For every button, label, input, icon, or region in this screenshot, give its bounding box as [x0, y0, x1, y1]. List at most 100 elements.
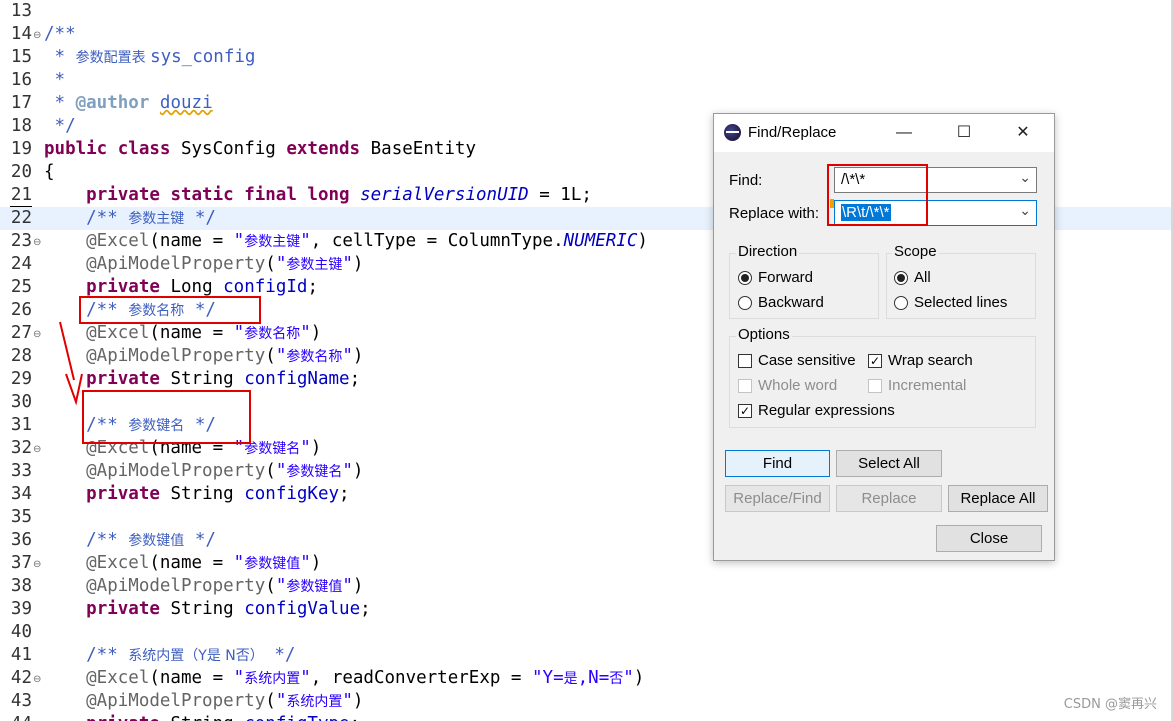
- wrap-search-label[interactable]: Wrap search: [888, 352, 973, 369]
- replace-all-button[interactable]: Replace All: [948, 485, 1048, 512]
- code-text[interactable]: /** 参数主键 */: [44, 207, 216, 231]
- code-line[interactable]: 43 @ApiModelProperty("系统内置"): [0, 690, 1173, 713]
- code-token: ": [300, 553, 311, 573]
- line-number: 31: [10, 415, 32, 435]
- case-sensitive-checkbox[interactable]: [738, 354, 752, 368]
- code-token: {: [44, 162, 55, 182]
- code-text[interactable]: @ApiModelProperty("参数主键"): [44, 253, 363, 277]
- code-line[interactable]: 39 private String configValue;: [0, 598, 1173, 621]
- wrap-search-checkbox[interactable]: ✓: [868, 354, 882, 368]
- code-token: ;: [350, 714, 361, 721]
- code-token: */: [263, 645, 296, 665]
- code-token: ": [342, 254, 353, 274]
- code-text[interactable]: private String configValue;: [44, 598, 371, 621]
- code-token: ): [637, 231, 648, 251]
- watermark: CSDN @窦再兴: [1063, 697, 1157, 712]
- fold-collapse-icon[interactable]: ⊖: [33, 231, 41, 254]
- fold-collapse-icon[interactable]: ⊖: [33, 668, 41, 691]
- fold-collapse-icon[interactable]: ⊖: [33, 24, 41, 47]
- code-token: ": [233, 231, 245, 251]
- code-token: private: [86, 369, 160, 389]
- code-line[interactable]: 40: [0, 621, 1173, 644]
- selected-lines-radio[interactable]: [894, 296, 908, 310]
- code-line[interactable]: 15 * 参数配置表 sys_config: [0, 46, 1173, 69]
- code-text[interactable]: @Excel(name = "系统内置", readConverterExp =…: [44, 667, 644, 691]
- code-line[interactable]: 13: [0, 0, 1173, 23]
- regular-expressions-label[interactable]: Regular expressions: [758, 402, 895, 419]
- forward-label[interactable]: Forward: [758, 269, 813, 286]
- code-text[interactable]: {: [44, 161, 55, 184]
- code-token: String: [159, 484, 245, 504]
- all-label[interactable]: All: [914, 269, 931, 286]
- code-line[interactable]: 42 ⊖ @Excel(name = "系统内置", readConverterE…: [0, 667, 1173, 690]
- code-text[interactable]: *: [44, 69, 66, 92]
- line-number: 33: [10, 461, 32, 481]
- backward-label[interactable]: Backward: [758, 294, 824, 311]
- code-text[interactable]: * 参数配置表 sys_config: [44, 46, 256, 70]
- code-line[interactable]: 44 private String configType;: [0, 713, 1173, 721]
- selected-lines-label[interactable]: Selected lines: [914, 294, 1007, 311]
- minimize-button[interactable]: —: [884, 120, 924, 146]
- code-text[interactable]: /** 系统内置（Y是 N否） */: [44, 644, 295, 668]
- code-text[interactable]: */: [44, 115, 76, 138]
- code-token: /**: [44, 208, 129, 228]
- code-token: String: [160, 714, 244, 721]
- code-line[interactable]: 17 * @author douzi: [0, 92, 1173, 115]
- code-text[interactable]: /** 参数键值 */: [44, 529, 216, 553]
- code-token: ": [342, 576, 353, 596]
- fold-collapse-icon[interactable]: ⊖: [33, 323, 41, 346]
- code-line[interactable]: 38 @ApiModelProperty("参数键值"): [0, 575, 1173, 598]
- code-token: ;: [349, 369, 361, 389]
- forward-radio[interactable]: [738, 271, 752, 285]
- dialog-titlebar[interactable]: Find/Replace — ☐ ✕: [714, 114, 1054, 152]
- line-number: 39: [10, 599, 32, 619]
- replace-label: Replace with:: [729, 205, 820, 222]
- code-text[interactable]: private String configType;: [44, 713, 360, 721]
- code-text[interactable]: * @author douzi: [44, 92, 213, 115]
- code-token: String: [159, 369, 245, 389]
- select-all-button[interactable]: Select All: [836, 450, 942, 477]
- code-token: ": [300, 231, 311, 251]
- code-token: ": [342, 346, 353, 366]
- line-number: 29: [10, 369, 32, 389]
- code-text[interactable]: @ApiModelProperty("参数键值"): [44, 575, 363, 599]
- code-line[interactable]: 14 ⊖/**: [0, 23, 1173, 46]
- code-line[interactable]: 16 *: [0, 69, 1173, 92]
- close-button[interactable]: Close: [936, 525, 1042, 552]
- find-replace-dialog[interactable]: Find/Replace — ☐ ✕ Find: /\*\* ⌄ Replace…: [713, 113, 1055, 561]
- code-text[interactable]: @ApiModelProperty("参数键名"): [44, 460, 363, 484]
- code-token: private: [86, 277, 160, 297]
- code-text[interactable]: /**: [44, 23, 76, 46]
- code-line[interactable]: 41 /** 系统内置（Y是 N否） */: [0, 644, 1173, 667]
- code-text[interactable]: public class SysConfig extends BaseEntit…: [44, 138, 476, 161]
- all-radio[interactable]: [894, 271, 908, 285]
- chevron-down-icon[interactable]: ⌄: [1019, 202, 1031, 219]
- code-text[interactable]: @Excel(name = "参数键值"): [44, 552, 321, 576]
- line-number: 32: [10, 438, 32, 458]
- code-token: ): [310, 553, 322, 573]
- code-token: 系统内置: [244, 671, 301, 687]
- close-window-button[interactable]: ✕: [1003, 120, 1043, 146]
- code-token: ;: [339, 484, 350, 504]
- maximize-button[interactable]: ☐: [944, 120, 984, 146]
- annotation-box-line-31: [82, 390, 251, 444]
- code-text[interactable]: private static final long serialVersionU…: [44, 184, 592, 207]
- case-sensitive-label[interactable]: Case sensitive: [758, 352, 856, 369]
- code-text[interactable]: @ApiModelProperty("系统内置"): [44, 690, 363, 714]
- fold-collapse-icon[interactable]: ⊖: [33, 553, 41, 576]
- chevron-down-icon[interactable]: ⌄: [1019, 169, 1031, 186]
- regular-expressions-checkbox[interactable]: ✓: [738, 404, 752, 418]
- line-number: 14: [10, 24, 32, 44]
- code-token: ): [352, 254, 364, 274]
- code-text[interactable]: private String configKey;: [44, 483, 350, 506]
- code-token: 参数名称: [244, 326, 301, 342]
- code-text[interactable]: @Excel(name = "参数主键", cellType = ColumnT…: [44, 230, 648, 254]
- fold-collapse-icon[interactable]: ⊖: [33, 438, 41, 461]
- line-number: 30: [10, 392, 32, 412]
- find-button[interactable]: Find: [725, 450, 830, 477]
- backward-radio[interactable]: [738, 296, 752, 310]
- code-token: ": [233, 553, 245, 573]
- code-token: String: [159, 599, 245, 619]
- code-token: douzi: [159, 93, 213, 113]
